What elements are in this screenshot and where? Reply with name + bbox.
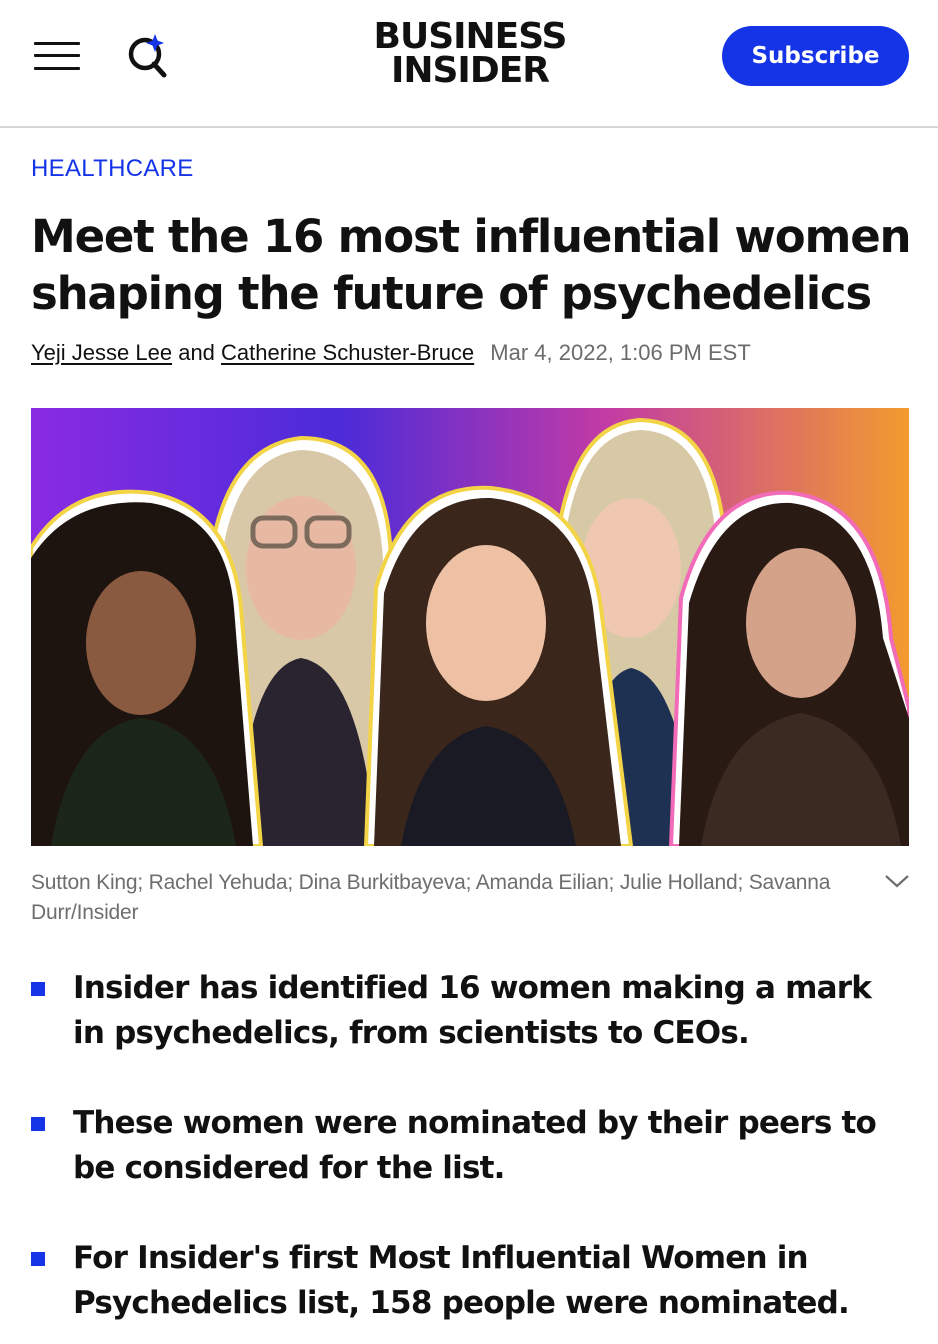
key-points-list: Insider has identified 16 women making a…: [31, 966, 911, 1344]
key-point: These women were nominated by their peer…: [31, 1101, 911, 1191]
author-joiner: and: [178, 340, 215, 365]
category-link[interactable]: HEALTHCARE: [31, 155, 194, 183]
key-point-text: Insider has identified 16 women making a…: [73, 970, 872, 1051]
key-point: Insider has identified 16 women making a…: [31, 966, 911, 1056]
bullet-marker: [31, 1252, 45, 1266]
author-link-2[interactable]: Catherine Schuster-Bruce: [221, 340, 474, 365]
publish-date: Mar 4, 2022, 1:06 PM EST: [490, 340, 751, 365]
hero-image: [31, 408, 909, 846]
article-headline: Meet the 16 most influential women shapi…: [31, 210, 912, 320]
site-header: BUSINESS INSIDER Subscribe: [0, 0, 938, 128]
bullet-marker: [31, 982, 45, 996]
author-link-1[interactable]: Yeji Jesse Lee: [31, 340, 172, 365]
bullet-marker: [31, 1117, 45, 1131]
key-point-text: These women were nominated by their peer…: [73, 1105, 877, 1186]
byline: Yeji Jesse Lee and Catherine Schuster-Br…: [31, 340, 751, 366]
image-caption: Sutton King; Rachel Yehuda; Dina Burkitb…: [31, 871, 831, 924]
key-point: For Insider's first Most Influential Wom…: [31, 1236, 911, 1326]
logo-line-2: INSIDER: [390, 50, 550, 91]
chevron-down-icon[interactable]: [884, 870, 910, 892]
business-insider-logo[interactable]: BUSINESS INSIDER: [366, 16, 574, 91]
search-icon[interactable]: [126, 32, 170, 78]
hamburger-menu-icon[interactable]: [34, 40, 80, 72]
key-point-text: For Insider's first Most Influential Wom…: [73, 1240, 850, 1321]
subscribe-button[interactable]: Subscribe: [722, 26, 909, 86]
logo-line-1: BUSINESS: [373, 16, 568, 57]
